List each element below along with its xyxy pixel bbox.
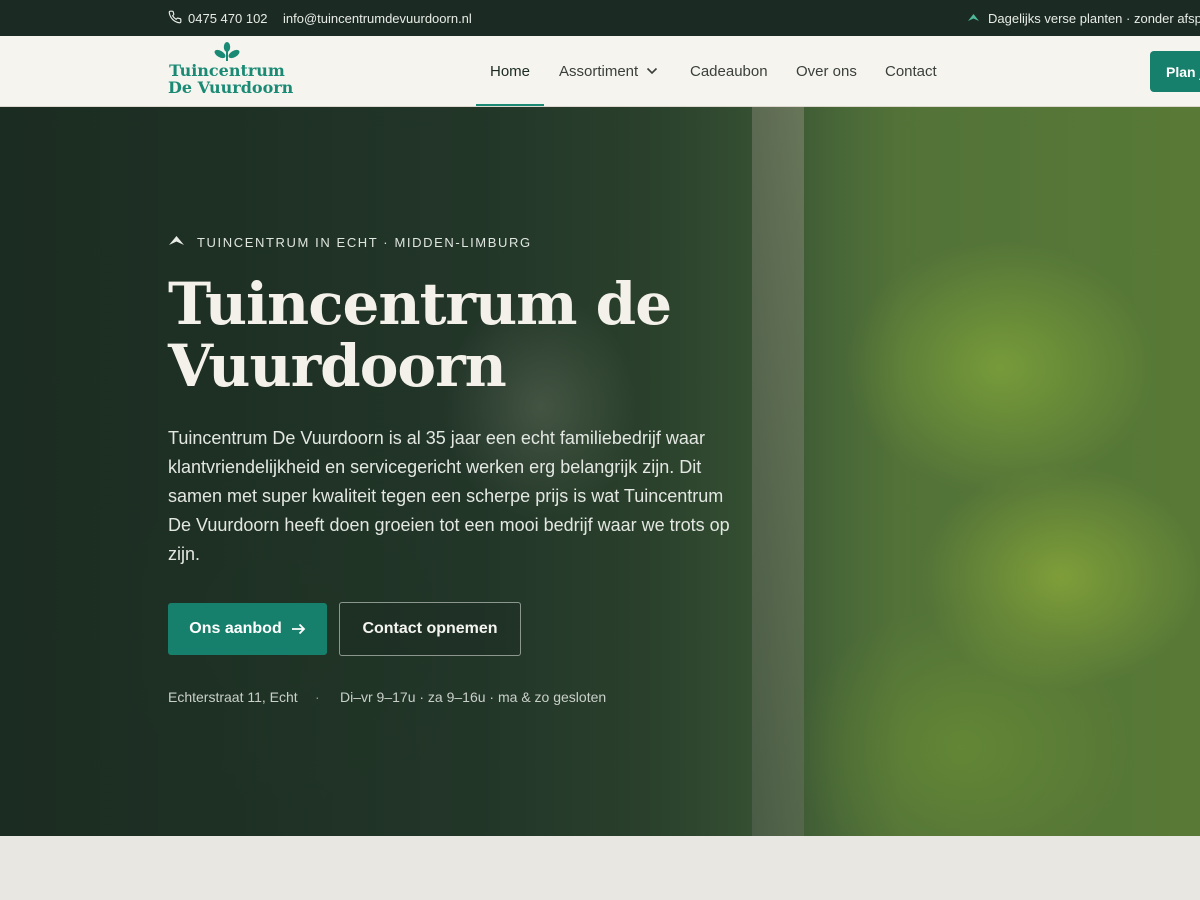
hero-eyebrow: TUINCENTRUM IN ECHT · MIDDEN-LIMBURG <box>168 235 532 250</box>
nav-over-ons[interactable]: Over ons <box>796 36 857 106</box>
nav-cadeaubon[interactable]: Cadeaubon <box>690 36 768 106</box>
nav-home[interactable]: Home <box>475 36 545 106</box>
ons-aanbod-label: Ons aanbod <box>189 620 282 637</box>
next-section <box>0 836 1200 900</box>
contact-opnemen-button[interactable]: Contact opnemen <box>339 602 521 656</box>
nav-home-label: Home <box>490 62 531 80</box>
hero-eyebrow-text: TUINCENTRUM IN ECHT · MIDDEN-LIMBURG <box>197 235 532 250</box>
site-header: Tuincentrum De Vuurdoorn Home Assortimen… <box>0 36 1200 107</box>
plan-visit-button[interactable]: Plan je bezoek <box>1150 51 1200 92</box>
arrow-right-icon <box>282 623 306 635</box>
hero-section: TUINCENTRUM IN ECHT · MIDDEN-LIMBURG Tui… <box>0 107 1200 836</box>
logo-line-1: Tuincentrum <box>169 61 285 80</box>
topbar: 0475 470 102 info@tuincentrumdevuurdoorn… <box>0 0 1200 36</box>
hero-description: Tuincentrum De Vuurdoorn is al 35 jaar e… <box>168 428 730 564</box>
phone-icon <box>168 10 188 27</box>
phone-number: 0475 470 102 <box>188 10 268 26</box>
address: Echterstraat 11, Echt <box>168 689 298 705</box>
nav-contact-label: Contact <box>885 62 937 80</box>
nav-over-ons-label: Over ons <box>796 62 857 80</box>
logo[interactable]: Tuincentrum De Vuurdoorn <box>168 42 294 102</box>
opening-hours: Di–vr 9–17u · za 9–16u · ma & zo geslote… <box>340 689 607 705</box>
phone-link[interactable]: 0475 470 102 <box>168 0 268 36</box>
nav-assortiment-label: Assortiment <box>559 62 639 80</box>
logo-leaf-icon <box>168 42 286 62</box>
page-title: Tuincentrum de Vuurdoorn <box>168 270 672 400</box>
nav-cadeaubon-label: Cadeaubon <box>690 62 768 80</box>
chevron-down-icon <box>646 67 658 75</box>
promo-message: Dagelijks verse planten · zonder afspraa… <box>967 0 1200 36</box>
leaf-icon <box>967 11 988 26</box>
nav-assortiment[interactable]: Assortiment <box>559 36 658 106</box>
nav-contact[interactable]: Contact <box>885 36 937 106</box>
promo-text: Dagelijks verse planten · zonder afspraa… <box>988 10 1200 26</box>
leaf-icon <box>168 235 197 250</box>
logo-line-2: De Vuurdoorn <box>168 78 294 97</box>
ons-aanbod-button[interactable]: Ons aanbod <box>168 603 327 655</box>
email-link[interactable]: info@tuincentrumdevuurdoorn.nl <box>283 0 472 36</box>
info-separator: · <box>315 689 320 705</box>
